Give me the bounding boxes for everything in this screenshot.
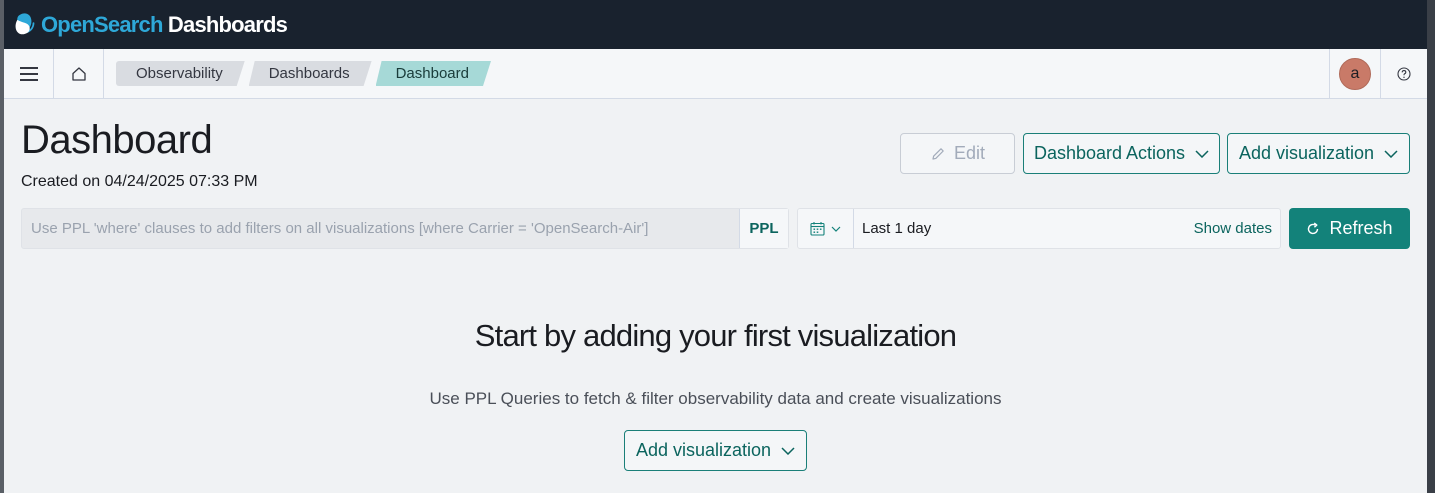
opensearch-logo-icon[interactable] [14, 12, 38, 37]
home-icon [71, 66, 86, 81]
top-header: OpenSearch Dashboards [4, 0, 1427, 49]
chevron-down-icon [1384, 149, 1398, 158]
chevron-down-icon [1195, 149, 1209, 158]
brand-prefix: OpenSearch [41, 11, 163, 37]
query-language-button[interactable]: PPL [740, 209, 788, 248]
brand-suffix: Dashboards [162, 11, 288, 37]
user-menu[interactable]: a [1329, 48, 1381, 99]
ppl-filter-bar: Use PPL 'where' clauses to add filters o… [21, 208, 789, 249]
breadcrumb: Observability Dashboards Dashboard [116, 61, 495, 86]
edit-label: Edit [953, 143, 986, 163]
app-window: OpenSearch Dashboards Observability Dash… [4, 0, 1427, 493]
breadcrumb-observability[interactable]: Observability [116, 61, 245, 86]
pencil-icon [932, 147, 944, 160]
help-button[interactable] [1381, 49, 1427, 99]
refresh-button[interactable]: Refresh [1289, 208, 1410, 249]
help-icon [1397, 66, 1411, 81]
created-date: Created on 04/24/2025 07:33 PM [21, 173, 258, 190]
breadcrumb-dashboards[interactable]: Dashboards [249, 61, 372, 86]
edit-button[interactable]: Edit [900, 133, 1015, 174]
nav-bar: Observability Dashboards Dashboard a [4, 48, 1427, 99]
dashboard-actions-button[interactable]: Dashboard Actions [1023, 133, 1220, 174]
date-range-label[interactable]: Last 1 day [862, 220, 931, 237]
chevron-down-icon [781, 446, 795, 455]
home-button[interactable] [54, 48, 104, 99]
date-picker: Last 1 day Show dates [797, 208, 1281, 249]
empty-state-subtitle: Use PPL Queries to fetch & filter observ… [429, 389, 1002, 408]
show-dates-link[interactable]: Show dates [1194, 220, 1272, 237]
window-right-edge [1427, 0, 1435, 493]
quick-date-menu-button[interactable] [798, 209, 854, 248]
empty-add-visualization-label: Add visualization [635, 440, 772, 460]
page-title: Dashboard [21, 118, 213, 162]
add-visualization-label: Add visualization [1238, 143, 1375, 163]
chevron-down-icon [831, 226, 841, 232]
avatar[interactable]: a [1339, 57, 1371, 90]
refresh-icon [1308, 221, 1319, 234]
empty-add-visualization-button[interactable]: Add visualization [624, 430, 807, 471]
nav-right: a [1329, 48, 1427, 99]
menu-button[interactable] [4, 48, 54, 99]
calendar-icon [810, 222, 825, 236]
ppl-filter-input[interactable]: Use PPL 'where' clauses to add filters o… [22, 209, 740, 248]
empty-state-title: Start by adding your first visualization [474, 318, 957, 353]
dashboard-actions-label: Dashboard Actions [1033, 143, 1186, 163]
hamburger-icon [19, 66, 38, 81]
breadcrumb-dashboard[interactable]: Dashboard [376, 61, 491, 86]
add-visualization-button[interactable]: Add visualization [1227, 133, 1410, 174]
refresh-label: Refresh [1329, 218, 1393, 238]
brand-name[interactable]: OpenSearch Dashboards [41, 11, 288, 38]
